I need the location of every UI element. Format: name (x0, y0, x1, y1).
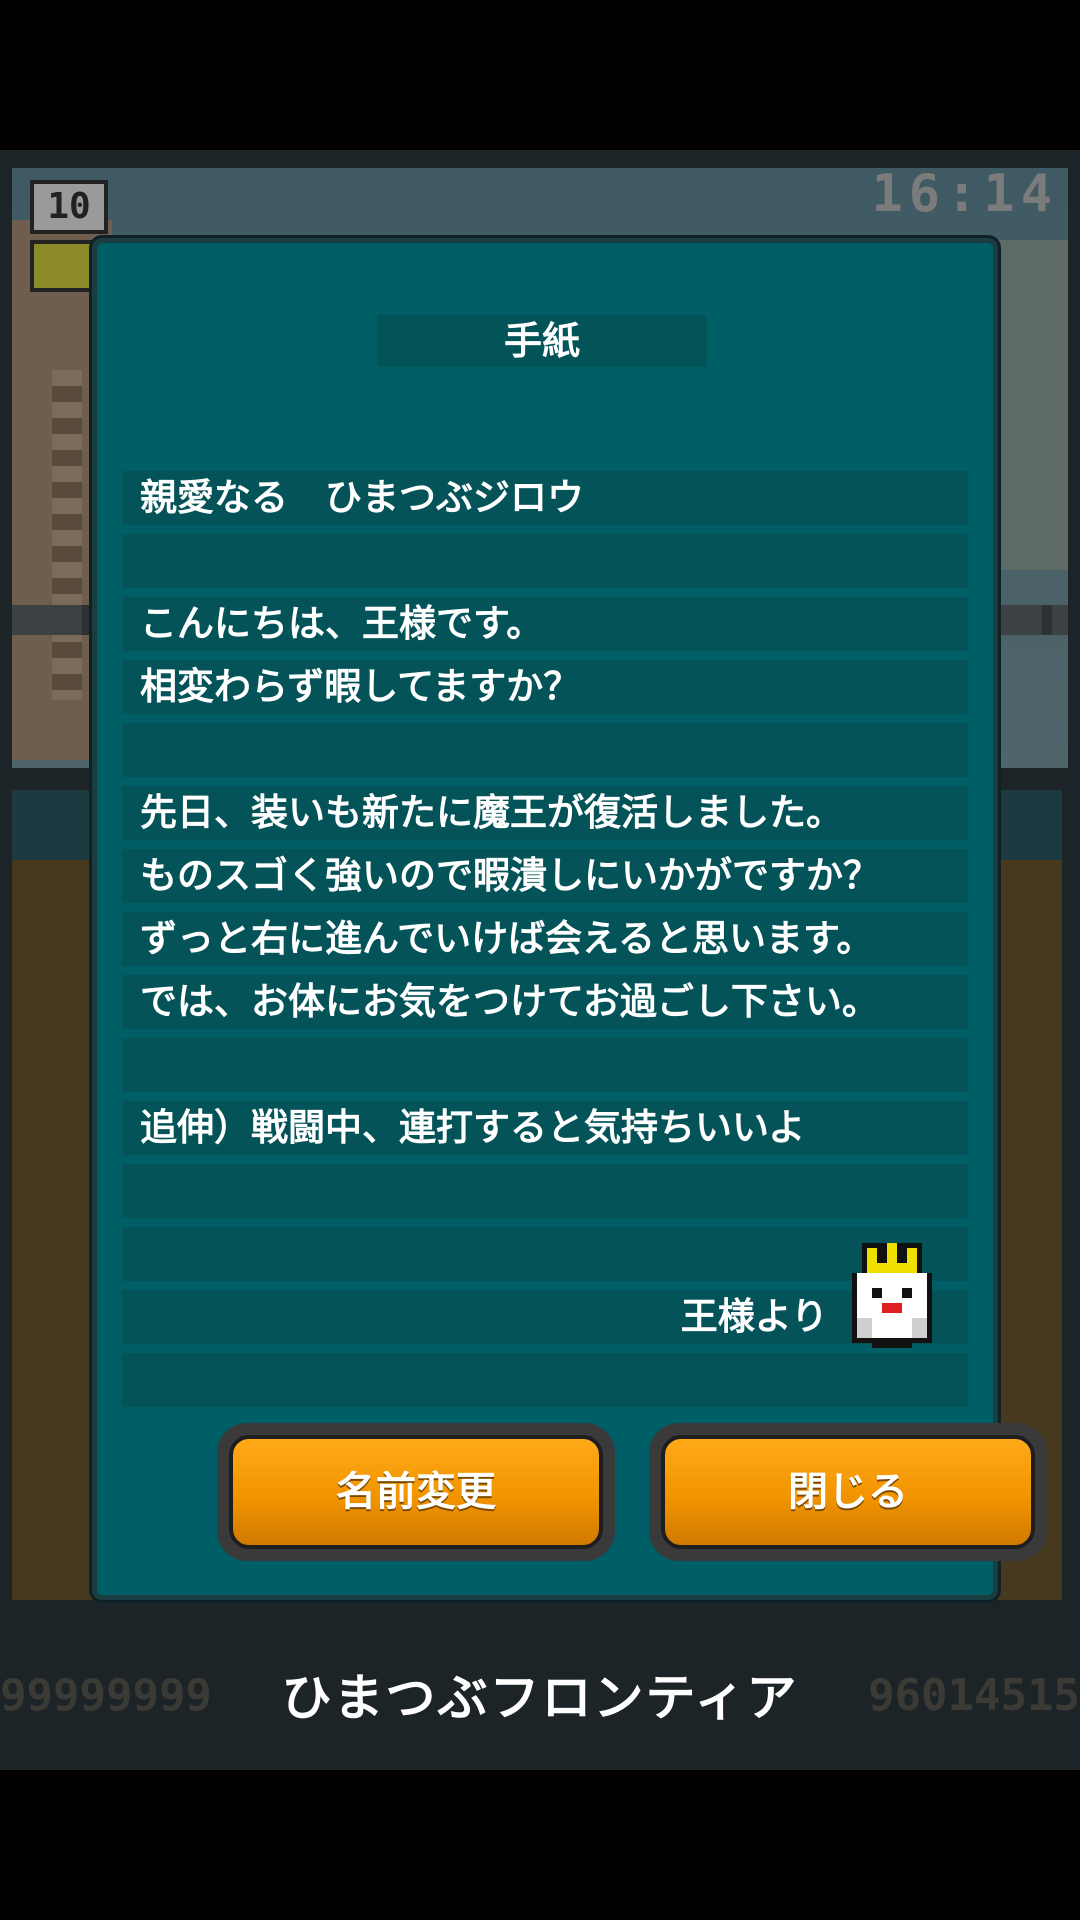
level-indicator: 10 (30, 180, 108, 234)
letter-signature: 王様より (122, 1290, 968, 1344)
letter-body: 親愛なる ひまつぶジロウ こんにちは、王様です。 相変わらず暇してますか？ 先日… (122, 471, 968, 1416)
letter-line (122, 1353, 968, 1407)
letter-line (122, 534, 968, 588)
letter-line: では、お体にお気をつけてお過ごし下さい。 (122, 975, 968, 1029)
letter-line (122, 1227, 968, 1281)
rename-button[interactable]: 名前変更 (217, 1423, 615, 1561)
letter-line: 追伸）戦闘中、連打すると気持ちいいよ (122, 1101, 968, 1155)
letter-line: ものスゴく強いので暇潰しにいかがですか？ (122, 849, 968, 903)
rename-button-label: 名前変更 (229, 1435, 603, 1549)
letter-line (122, 1038, 968, 1092)
letter-line: 先日、装いも新たに魔王が復活しました。 (122, 786, 968, 840)
letter-line: 親愛なる ひまつぶジロウ (122, 471, 968, 525)
letter-line: こんにちは、王様です。 (122, 597, 968, 651)
letter-line (122, 1164, 968, 1218)
game-title: ひまつぶフロンティア (281, 1669, 799, 1727)
letter-line: ずっと右に進んでいけば会えると思います。 (122, 912, 968, 966)
close-button[interactable]: 閉じる (649, 1423, 1047, 1561)
king-icon (852, 1243, 932, 1348)
letter-line (122, 723, 968, 777)
clock: 16:14 (871, 164, 1058, 224)
letter-modal: 手紙 親愛なる ひまつぶジロウ こんにちは、王様です。 相変わらず暇してますか？… (92, 238, 1047, 1600)
letter-line: 相変わらず暇してますか？ (122, 660, 968, 714)
close-button-label: 閉じる (661, 1435, 1035, 1549)
letter-title: 手紙 (377, 315, 707, 367)
